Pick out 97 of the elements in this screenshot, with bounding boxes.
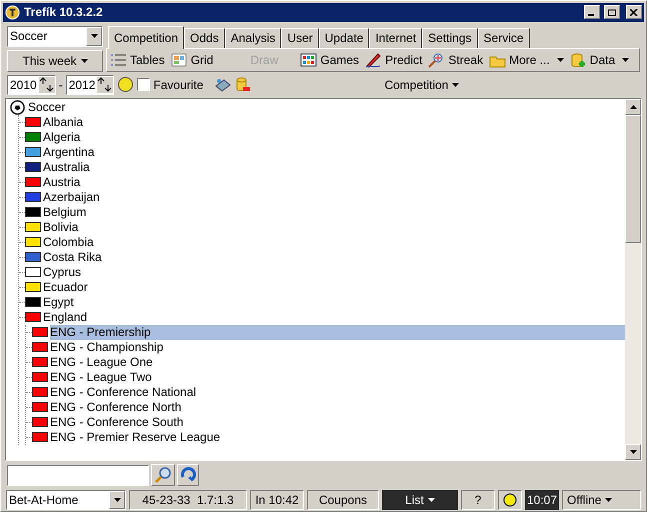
maximize-button[interactable] xyxy=(604,5,620,20)
caret-icon xyxy=(452,82,460,87)
scroll-up-button[interactable] xyxy=(625,98,641,115)
toolbar-button[interactable]: Data xyxy=(570,50,630,69)
window-title: Trefík 10.3.2.2 xyxy=(24,4,104,22)
maximize-icon xyxy=(608,8,616,16)
tree-item[interactable]: ENG - Conference North xyxy=(50,400,182,415)
grid-icon xyxy=(170,52,188,68)
caret-icon xyxy=(428,498,435,502)
ball-icon xyxy=(117,76,134,94)
scrollbar[interactable] xyxy=(625,98,641,460)
caret-icon xyxy=(556,58,564,62)
tree-item[interactable]: Egypt xyxy=(43,294,74,310)
search-button[interactable] xyxy=(151,464,175,486)
tree-item[interactable]: Australia xyxy=(43,160,90,175)
tree-item[interactable]: England xyxy=(43,310,88,325)
tab[interactable]: User xyxy=(281,28,319,48)
competition-menu[interactable]: Competition xyxy=(384,76,460,94)
tree-item[interactable]: ENG - Premiership xyxy=(50,324,625,340)
tree-item[interactable]: Belgium xyxy=(43,204,86,220)
games-icon xyxy=(300,52,318,68)
predict-icon xyxy=(365,52,382,68)
record-status: 45-23-33 1.7:1.3 xyxy=(129,490,247,510)
tab[interactable]: Analysis xyxy=(224,28,282,48)
tree-item[interactable]: Ecuador xyxy=(43,280,88,295)
tab[interactable]: Settings xyxy=(422,28,478,48)
close-button[interactable] xyxy=(626,5,642,20)
dropdown-button[interactable] xyxy=(86,26,102,46)
year-spinner[interactable]: 2010 xyxy=(7,74,56,95)
close-icon xyxy=(630,8,638,16)
caret-icon xyxy=(90,34,98,38)
up-arrow-icon xyxy=(630,104,636,109)
tree-item[interactable]: Cyprus xyxy=(43,264,82,280)
tab[interactable]: Internet xyxy=(369,28,422,48)
refresh-button[interactable] xyxy=(177,464,199,486)
select-value: Bet-At-Home xyxy=(9,492,80,510)
next-time-status: In 10:42 xyxy=(250,490,304,510)
tree-item[interactable]: Costa Rika xyxy=(43,250,102,265)
caret-icon xyxy=(605,498,612,502)
scroll-thumb[interactable] xyxy=(625,114,641,243)
toolbar-button[interactable]: Tables xyxy=(110,50,165,69)
data-icon xyxy=(570,52,587,68)
tree-item[interactable]: ENG - League One xyxy=(50,354,153,370)
toolbar-button[interactable]: Grid xyxy=(170,50,214,69)
tab[interactable]: Service xyxy=(478,28,530,48)
caret-icon xyxy=(114,498,120,502)
app-logo-icon xyxy=(5,4,20,20)
tree-item[interactable]: ENG - Premier Reserve League xyxy=(50,430,220,445)
streak-icon xyxy=(428,52,446,68)
range-separator: - xyxy=(58,76,63,94)
search-icon xyxy=(154,466,172,484)
connection-menu[interactable]: Offline xyxy=(562,490,641,510)
select-value: Soccer xyxy=(10,28,48,46)
caret-icon xyxy=(622,58,630,62)
tree-item[interactable]: Colombia xyxy=(43,234,94,250)
sport-select[interactable]: Soccer xyxy=(7,26,103,47)
scroll-down-button[interactable] xyxy=(625,444,641,460)
list-button[interactable]: List xyxy=(382,490,458,510)
tables-icon xyxy=(110,52,127,68)
toolbar-button[interactable]: Streak xyxy=(428,50,484,69)
clock: 10:07 xyxy=(525,490,559,510)
favourite-label: Favourite xyxy=(153,76,204,94)
status-dot-icon xyxy=(503,493,517,508)
tree-item[interactable]: ENG - Conference National xyxy=(50,384,196,400)
dropdown-button[interactable] xyxy=(109,491,125,510)
coupons-button[interactable]: Coupons xyxy=(307,490,379,510)
minimize-button[interactable] xyxy=(584,5,600,20)
period-button[interactable]: This week xyxy=(7,50,103,72)
year-value: 2012 xyxy=(68,76,96,94)
tab[interactable]: Update xyxy=(318,28,370,48)
help-button[interactable]: ? xyxy=(461,490,495,510)
spin-arrows-icon xyxy=(38,76,55,93)
tab[interactable]: Competition xyxy=(108,26,184,49)
spin-arrows-icon xyxy=(97,76,114,93)
bookmaker-select[interactable]: Bet-At-Home xyxy=(6,490,126,510)
tree-item[interactable]: Azerbaijan xyxy=(43,190,100,205)
tree-root[interactable]: Soccer xyxy=(28,98,66,116)
tab[interactable]: Odds xyxy=(184,28,225,48)
year-spinner[interactable]: 2012 xyxy=(66,74,114,95)
tree-item[interactable]: Argentina xyxy=(43,144,94,160)
database-remove-icon[interactable] xyxy=(235,76,252,93)
toolbar-button[interactable]: Predict xyxy=(365,50,422,69)
caret-icon xyxy=(80,58,88,63)
tree-item[interactable]: Austria xyxy=(43,174,80,190)
favourite-checkbox[interactable] xyxy=(137,78,150,92)
tree-item[interactable]: ENG - Conference South xyxy=(50,414,184,430)
tree-item[interactable]: ENG - Championship xyxy=(50,340,164,355)
tree-item[interactable]: Bolivia xyxy=(43,220,78,235)
toolbar-button[interactable]: More ... xyxy=(489,50,564,69)
year-value: 2010 xyxy=(9,76,38,94)
search-field[interactable] xyxy=(7,464,149,486)
toolbar-button[interactable]: Games xyxy=(300,50,360,69)
tree-item[interactable]: Algeria xyxy=(43,130,80,145)
down-arrow-icon xyxy=(630,450,636,454)
tree-item[interactable]: Albania xyxy=(43,114,84,130)
refresh-icon xyxy=(180,467,196,484)
tree-item[interactable]: ENG - League Two xyxy=(50,370,152,385)
